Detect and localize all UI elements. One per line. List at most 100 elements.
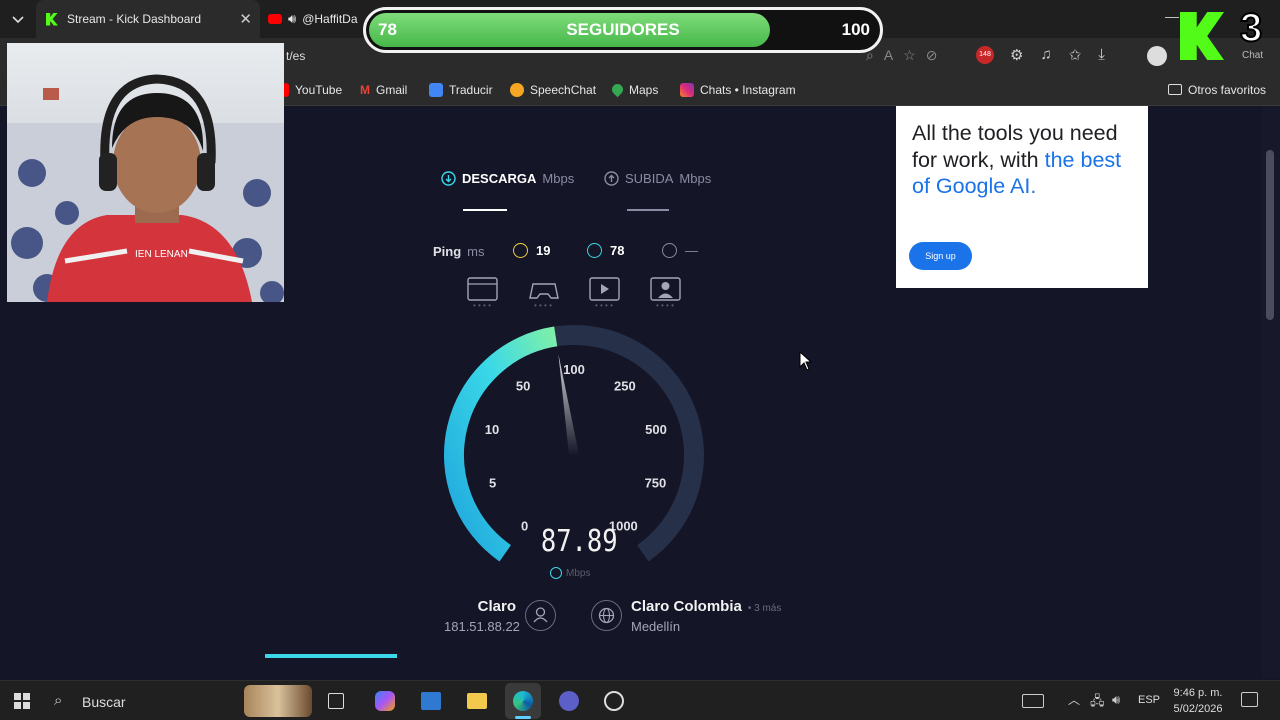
search-icon[interactable]: ⌕ [54,692,62,709]
idle-ping-icon [513,243,528,258]
notifications-icon[interactable] [1241,692,1258,707]
bookmark-youtube[interactable]: YouTube [283,74,342,106]
bookmark-speechchat[interactable]: SpeechChat [510,74,596,106]
bookmark-label: Gmail [376,82,408,97]
clock-time: 9:46 p. m. [1173,687,1223,699]
download-arrow-icon [441,171,456,186]
close-icon[interactable]: ✕ [239,10,252,28]
language-indicator[interactable]: ESP [1138,694,1160,706]
followers-label: SEGUIDORES [566,20,680,39]
speaker-icon: 🔊︎ [288,11,297,26]
bookmark-maps[interactable]: Maps [609,74,659,106]
store-icon[interactable] [421,692,441,710]
signup-button[interactable]: Sign up [909,242,972,270]
extension-badge-count: 148 [979,51,991,58]
user-icon [525,600,556,631]
bookmark-instagram[interactable]: Chats • Instagram [680,74,796,106]
globe-icon [591,600,622,631]
extensions-icon[interactable]: ⚙ [1010,46,1023,64]
gaming-icon: • • • • [529,283,559,310]
activity-icons: • • • • • • • • • • • • • • • • [466,276,683,310]
streaming-icon: • • • • [589,277,620,310]
bookmark-label: Maps [629,82,659,97]
app-clock-icon[interactable] [604,691,624,711]
chevron-up-icon[interactable]: ︿ [1068,691,1080,708]
profile-avatar[interactable] [1147,46,1167,66]
ping-upload: — [662,243,698,258]
upload-unit: Mbps [679,171,712,186]
ping-idle: 19 [513,243,550,258]
bookmark-traducir[interactable]: Traducir [429,74,493,106]
minimize-icon[interactable]: — [1165,8,1179,24]
ping-upload-value: — [685,243,698,258]
obs-icon[interactable] [559,691,579,711]
ping-row: Ping ms [433,244,485,259]
taskbar-search[interactable]: Buscar [82,694,126,710]
ad-headline: All the tools you need for work, with th… [912,120,1137,200]
tab-list-icon[interactable] [8,10,28,28]
scrollbar-thumb[interactable] [1266,150,1274,320]
clock[interactable]: 9:46 p. m. 5/02/2026 [1168,685,1228,717]
upload-label: SUBIDA [625,171,674,186]
speechchat-icon [510,82,524,97]
translate-icon [429,82,443,97]
gauge-tick-label: 500 [645,422,667,437]
followers-goal: 100 [841,20,870,39]
news-widget-icon[interactable] [1022,694,1044,708]
tab-download[interactable]: DESCARGA Mbps [441,171,574,186]
search-highlight-image [244,685,312,717]
url-text[interactable]: t/es [286,49,305,63]
address-tools: ⌕ A ☆ ⊘ [866,47,937,64]
gauge-tick-label: 10 [485,422,499,437]
download-icon[interactable]: ⤓ [1098,46,1105,64]
task-view-icon[interactable] [328,693,344,709]
toolbar-icons: ⚙ ♫ ✩ ⤓ [1010,46,1105,64]
volume-icon[interactable]: 🔊︎ [1112,692,1120,708]
gauge-tick-label: 50 [516,379,530,394]
network-icon[interactable]: 🖧︎ [1090,692,1105,714]
bookmark-label: Chats • Instagram [700,82,796,97]
upload-tab-underline [627,209,669,211]
favorites-icon[interactable]: ✩ [1069,46,1082,64]
windows-start-icon[interactable] [14,693,30,709]
other-favorites-label: Otros favoritos [1188,82,1267,97]
file-explorer-icon[interactable] [467,693,487,709]
maps-icon [609,81,626,98]
ad-banner[interactable]: All the tools you need for work, with th… [896,106,1148,288]
copilot-icon[interactable] [375,691,395,711]
read-aloud-icon[interactable]: A [884,47,893,64]
kick-icon [46,12,58,26]
svg-text:• • • •: • • • • [534,301,552,310]
tab-youtube[interactable]: 🔊︎ @HaffitDa [268,0,368,38]
edge-icon [513,691,533,711]
gauge-tick-label: 250 [614,379,636,394]
chat-label[interactable]: Chat [1242,50,1263,61]
extension-badge-icon[interactable]: 148 [976,46,994,64]
upload-arrow-icon [604,171,619,186]
server-name: Claro Colombia [631,598,742,615]
gauge-tick-label: 750 [645,476,667,491]
bookmark-gmail[interactable]: M Gmail [360,74,407,106]
gauge-tick-label: 100 [563,362,585,377]
favorite-star-icon[interactable]: ☆ [903,47,916,64]
windows-taskbar: ⌕ Buscar ︿ 🖧︎ 🔊︎ ESP 9:46 p. m. 5/02/202… [0,680,1280,720]
gauge-tick-label: 0 [521,518,528,533]
gmail-icon: M [360,82,370,97]
svg-text:IEN LENAN: IEN LENAN [135,249,188,260]
server-info[interactable]: Claro Colombia • 3 más Medellín [631,598,781,634]
edge-taskbar-button[interactable] [505,683,541,719]
browsing-icon: • • • • [467,277,498,310]
other-favorites[interactable]: Otros favoritos [1168,74,1266,106]
svg-text:• • • •: • • • • [595,301,613,310]
ping-unit: ms [467,244,485,259]
ping-label: Ping [433,244,462,259]
tab-upload[interactable]: SUBIDA Mbps [604,171,711,186]
tracking-icon[interactable]: ⊘ [926,47,938,64]
tab-kick-dashboard[interactable]: Stream - Kick Dashboard ✕ [36,0,260,38]
media-icon[interactable]: ♫ [1040,46,1051,64]
isp-info: Claro 181.51.88.22 [444,598,520,634]
ping-download-value: 78 [610,243,625,258]
server-more[interactable]: • 3 más [748,603,782,614]
download-ping-icon [587,243,602,258]
bookmark-label: Traducir [449,82,493,97]
